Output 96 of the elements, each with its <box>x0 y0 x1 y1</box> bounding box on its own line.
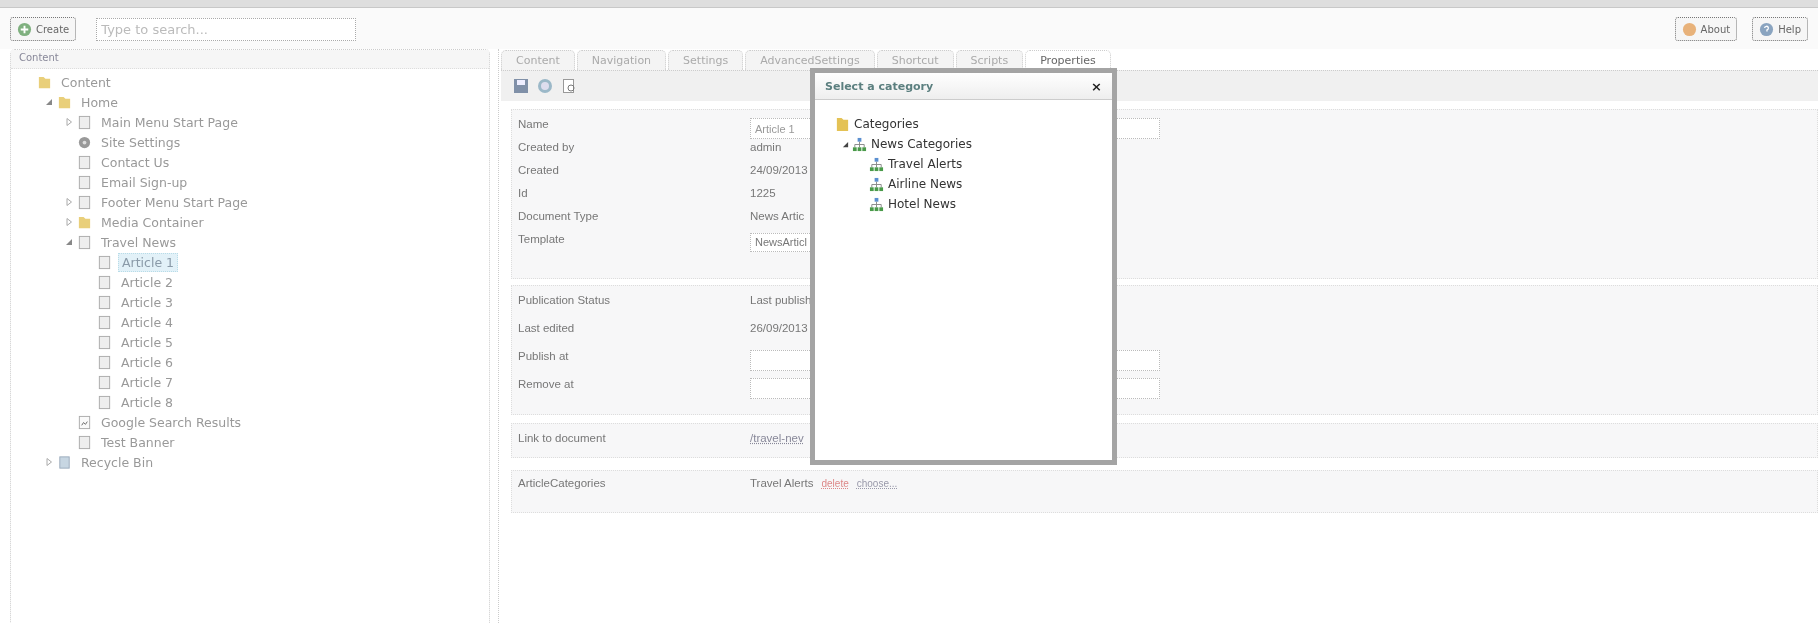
field-label: Name <box>518 117 550 130</box>
tree-item[interactable]: Article 5 <box>118 333 177 351</box>
tree-item[interactable]: Article 6 <box>118 353 177 371</box>
close-button[interactable]: × <box>1091 78 1102 94</box>
search-field[interactable]: Type to search... <box>96 17 357 41</box>
hierarchy-icon <box>869 176 884 192</box>
hierarchy-icon <box>869 196 884 212</box>
field-label: Link to document <box>518 431 607 444</box>
hierarchy-icon <box>869 156 884 172</box>
page-icon <box>97 294 112 310</box>
tree-item[interactable]: Media Container <box>98 213 207 231</box>
tree-item[interactable]: Home <box>78 93 121 111</box>
tree-item[interactable]: Categories <box>854 117 919 131</box>
dialog-title: Select a category <box>825 79 934 93</box>
tab[interactable]: Settings <box>668 50 744 70</box>
tab[interactable]: Navigation <box>576 50 667 70</box>
tree-item[interactable]: Travel News <box>98 233 179 251</box>
folder-icon <box>835 116 850 132</box>
page-icon <box>77 174 92 190</box>
page-icon <box>77 194 92 210</box>
page-icon <box>77 114 92 130</box>
page-icon <box>97 254 112 270</box>
folder-icon <box>57 94 72 110</box>
document-link[interactable]: /travel-nev <box>750 432 804 444</box>
field-label: Publication Status <box>518 293 612 306</box>
field-label: Created <box>518 163 560 176</box>
collapsed-arrow-icon[interactable] <box>65 118 73 126</box>
panel-title: Content <box>19 52 59 63</box>
delete-link[interactable]: delete <box>821 477 849 489</box>
field-label: Document Type <box>518 209 600 222</box>
choose-link[interactable]: choose... <box>856 477 898 489</box>
page-icon <box>97 354 112 370</box>
field-label: Id <box>518 186 529 199</box>
preview-icon[interactable] <box>561 78 577 94</box>
page-icon <box>97 314 112 330</box>
folder-icon <box>77 214 92 230</box>
tree-item[interactable]: News Categories <box>871 137 972 151</box>
page-icon <box>77 234 92 250</box>
field-value: 1225 <box>750 187 776 199</box>
help-button[interactable]: Help <box>1752 17 1808 41</box>
page-icon <box>97 374 112 390</box>
collapsed-arrow-icon[interactable] <box>65 198 73 206</box>
expanded-arrow-icon[interactable] <box>842 140 849 148</box>
settings-icon <box>77 134 92 150</box>
tree-item[interactable]: Travel Alerts <box>888 157 963 171</box>
create-button[interactable]: Create <box>10 17 77 41</box>
field-label: Remove at <box>518 377 575 390</box>
tree-item[interactable]: Article 8 <box>118 393 177 411</box>
folder-icon <box>37 74 52 90</box>
tab[interactable]: AdvancedSettings <box>745 50 875 70</box>
field-label: ArticleCategories <box>518 476 607 489</box>
tree-item[interactable]: Email Sign-up <box>98 173 191 191</box>
tab[interactable]: Properties <box>1025 50 1111 70</box>
tree-item[interactable]: Recycle Bin <box>78 453 157 471</box>
tree-item[interactable]: Footer Menu Start Page <box>98 193 251 211</box>
tree-item[interactable]: Article 3 <box>118 293 177 311</box>
tree-item[interactable]: Contact Us <box>98 153 173 171</box>
field-label: Created by <box>518 140 576 153</box>
field-value: News Artic <box>750 210 805 222</box>
page-icon <box>97 394 112 410</box>
globe-icon[interactable] <box>537 78 553 94</box>
field-label: Template <box>518 232 566 245</box>
recycle-bin-icon <box>57 454 72 470</box>
tree-item[interactable]: Content <box>58 73 114 91</box>
tree-item[interactable]: Article 4 <box>118 313 177 331</box>
tree-item[interactable]: Test Banner <box>98 433 178 451</box>
field-value: 26/09/2013 <box>750 322 808 334</box>
page-icon <box>97 334 112 350</box>
field-value: Travel Alerts <box>750 477 814 489</box>
field-label: Publish at <box>518 349 570 362</box>
tree-item[interactable]: Article 2 <box>118 273 177 291</box>
tab[interactable]: Shortcut <box>876 50 954 70</box>
tree-item[interactable]: Main Menu Start Page <box>98 113 241 131</box>
info-icon <box>1681 21 1697 37</box>
tree-item[interactable]: Airline News <box>888 177 963 191</box>
help-icon <box>1759 21 1775 37</box>
collapsed-arrow-icon[interactable] <box>45 458 53 466</box>
page-icon <box>77 434 92 450</box>
plus-icon <box>17 21 32 37</box>
tree-item[interactable]: Article 1 <box>118 252 179 272</box>
field-value: 24/09/2013 <box>750 164 808 176</box>
document-icon <box>77 414 92 430</box>
tab[interactable]: Content <box>501 50 575 70</box>
tree-item[interactable]: Google Search Results <box>98 413 245 431</box>
tree-item[interactable]: Site Settings <box>98 133 184 151</box>
field-value: admin <box>750 141 782 153</box>
tab[interactable]: Scripts <box>955 50 1024 70</box>
about-button[interactable]: About <box>1674 17 1738 41</box>
tree-item[interactable]: Hotel News <box>888 197 957 211</box>
tree-item[interactable]: Article 7 <box>118 373 177 391</box>
hierarchy-icon <box>852 136 867 152</box>
save-icon[interactable] <box>513 78 529 94</box>
field-label: Last edited <box>518 321 576 334</box>
collapsed-arrow-icon[interactable] <box>65 218 73 226</box>
page-icon <box>77 154 92 170</box>
page-icon <box>97 274 112 290</box>
